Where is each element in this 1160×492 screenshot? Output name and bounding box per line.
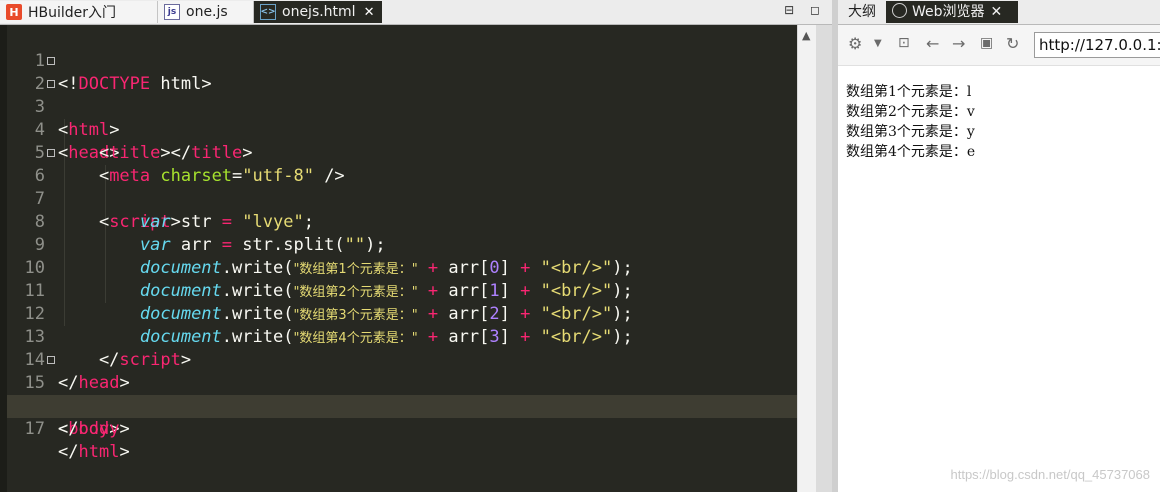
code-line: 11 document.write("数组第3个元素是：" + arr[2] +… xyxy=(7,257,797,324)
output-line: 数组第3个元素是：y xyxy=(846,124,975,140)
console-icon[interactable]: ⊡ xyxy=(898,35,910,51)
refresh-icon[interactable]: ↻ xyxy=(1006,34,1019,53)
forward-arrow-icon[interactable]: → xyxy=(952,34,965,53)
code-line: 12 document.write("数组第4个元素是：" + arr[3] +… xyxy=(7,280,797,347)
tab-hbuilder-intro[interactable]: H HBuilder入门 xyxy=(0,1,158,23)
scroll-up-icon[interactable]: ▲ xyxy=(802,29,810,42)
dropdown-arrow-icon[interactable]: ▼ xyxy=(874,38,882,49)
settings-gear-icon[interactable]: ⚙ xyxy=(848,34,862,53)
tab-one-js[interactable]: js one.js xyxy=(158,1,254,23)
code-line: 6 <script> xyxy=(7,142,797,232)
close-icon[interactable]: ✕ xyxy=(991,4,1003,20)
tab-onejs-html[interactable]: <> onejs.html ✕ xyxy=(254,1,382,23)
browser-pane: 大纲 Web浏览器 ✕ ⚙ ▼ ⊡ ← → ▣ ↻ http://127.0.0.… xyxy=(838,0,1160,492)
code-line-current: 17 </html> xyxy=(7,395,797,462)
fold-toggle-icon[interactable] xyxy=(47,356,55,364)
browser-viewport: 数组第1个元素是：l 数组第2个元素是：v 数组第3个元素是：y 数组第4个元素… xyxy=(838,66,1160,492)
tab-outline[interactable]: 大纲 xyxy=(838,1,886,23)
browser-tab-bar: 大纲 Web浏览器 ✕ xyxy=(838,0,1160,25)
tab-label: onejs.html xyxy=(282,4,356,20)
fold-toggle-icon[interactable] xyxy=(47,80,55,88)
code-line: 15 <body> xyxy=(7,349,797,439)
output-line: 数组第2个元素是：v xyxy=(846,104,975,120)
code-line: 8 var arr = str.split(""); xyxy=(7,188,797,255)
line-number: 17 xyxy=(24,419,45,439)
code-line: 10 document.write("数组第2个元素是：" + arr[1] +… xyxy=(7,234,797,301)
code-line: 7 var str = "lvye"; xyxy=(7,165,797,232)
code-line: 13 </script> xyxy=(7,303,797,370)
code-line: 14 </head> xyxy=(7,326,797,393)
tab-label: one.js xyxy=(186,4,228,20)
output-line: 数组第1个元素是：l xyxy=(846,84,972,100)
minimize-maximize-icons[interactable]: ⊟ ◻ xyxy=(784,3,826,17)
tab-web-browser[interactable]: Web浏览器 ✕ xyxy=(886,1,1018,23)
close-icon[interactable]: ✕ xyxy=(364,5,375,20)
code-line: 2 <html> xyxy=(7,50,797,140)
code-line: 5 <meta charset="utf-8" /> xyxy=(7,119,797,186)
editor-pane: H HBuilder入门 js one.js <> onejs.html ✕ ⊟… xyxy=(0,0,832,492)
code-line: 3 <head> xyxy=(7,73,797,163)
editor-left-strip xyxy=(0,25,7,492)
token: body xyxy=(78,419,120,439)
editor-right-strip xyxy=(816,25,832,492)
globe-icon xyxy=(892,3,907,18)
html-file-icon: <> xyxy=(260,4,276,20)
code-line: 4 <title></title> xyxy=(7,96,797,163)
fold-toggle-icon[interactable] xyxy=(47,57,55,65)
browser-toolbar: ⚙ ▼ ⊡ ← → ▣ ↻ http://127.0.0.1:8 xyxy=(838,25,1160,66)
watermark: https://blog.csdn.net/qq_45737068 xyxy=(950,467,1151,482)
tab-label: HBuilder入门 xyxy=(28,5,117,21)
hbuilder-icon: H xyxy=(6,4,22,20)
editor-tab-bar: H HBuilder入门 js one.js <> onejs.html ✕ ⊟… xyxy=(0,0,832,25)
code-editor[interactable]: 1 <!DOCTYPE html> 2 <html> 3 <head> 4 <t… xyxy=(7,25,797,492)
token: html xyxy=(78,442,120,462)
js-file-icon: js xyxy=(164,4,180,20)
stop-icon[interactable]: ▣ xyxy=(980,35,993,51)
tab-label: Web浏览器 xyxy=(912,4,985,20)
fold-toggle-icon[interactable] xyxy=(47,149,55,157)
code-line: 1 <!DOCTYPE html> xyxy=(7,27,797,94)
url-input[interactable]: http://127.0.0.1:8 xyxy=(1034,32,1160,58)
output-line: 数组第4个元素是：e xyxy=(846,144,976,160)
code-line: 9 document.write("数组第1个元素是：" + arr[0] + … xyxy=(7,211,797,278)
code-line: 16 </body> xyxy=(7,372,797,439)
back-arrow-icon[interactable]: ← xyxy=(926,34,939,53)
editor-scrollbar[interactable]: ▲ xyxy=(797,25,817,492)
